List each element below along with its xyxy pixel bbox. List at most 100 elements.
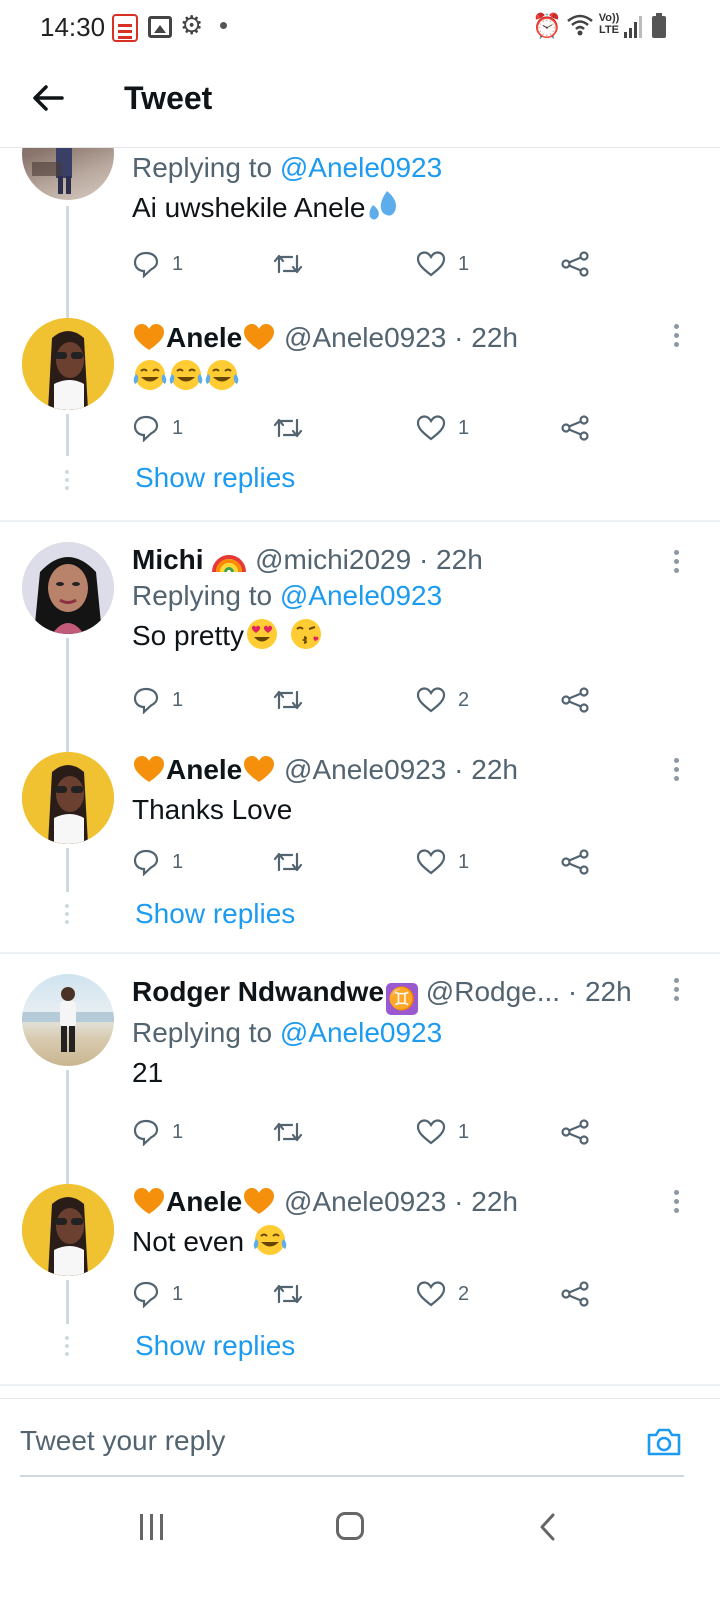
retweet-button[interactable]: [272, 246, 304, 282]
tears-of-joy-emoji: [169, 360, 203, 390]
more-options-icon[interactable]: [674, 758, 680, 785]
mention-link[interactable]: @Anele0923: [280, 580, 442, 611]
reply-button[interactable]: 1: [132, 246, 183, 282]
reply-count: 1: [172, 688, 184, 711]
share-icon: [561, 849, 589, 875]
share-button[interactable]: [560, 682, 590, 718]
reply-input[interactable]: [20, 1425, 580, 1457]
mention-link[interactable]: @Anele0923: [280, 152, 442, 183]
recent-apps-icon[interactable]: [138, 1514, 166, 1542]
replying-to: Replying to @Anele0923: [132, 152, 443, 183]
reply-tweet[interactable]: Replying to @Anele0923 Ai uwshekile Anel…: [0, 148, 720, 318]
orange-heart-emoji: [134, 756, 164, 782]
reply-tweet[interactable]: Anele @Anele0923 · 22h 1 1 Show replies: [0, 318, 720, 523]
like-button[interactable]: 1: [416, 410, 469, 446]
thread-line: [66, 206, 69, 318]
reply-tweet[interactable]: Michi @michi2029 · 22h Replying to @Anel…: [0, 542, 720, 752]
reply-button[interactable]: 1: [132, 1114, 183, 1150]
show-replies-link[interactable]: Show replies: [135, 1330, 295, 1362]
heart-eyes-emoji: [247, 619, 278, 649]
wifi-icon: [567, 14, 593, 36]
reply-tweet[interactable]: Rodger Ndwandwe ♊ @Rodge... · 22h Replyin…: [0, 974, 720, 1184]
reply-button[interactable]: 1: [132, 844, 183, 880]
like-button[interactable]: 1: [416, 246, 469, 282]
mention-link[interactable]: @Anele0923: [280, 1017, 442, 1048]
status-bar: 14:30 ⚙ ⏰ Vo)) LTE: [0, 0, 720, 56]
reply-button[interactable]: 1: [132, 1276, 183, 1312]
divider: [0, 1384, 720, 1386]
heart-icon: [416, 849, 446, 875]
nav-back-icon[interactable]: [538, 1512, 556, 1542]
retweet-button[interactable]: [272, 410, 304, 446]
more-options-icon[interactable]: [674, 550, 680, 577]
orange-heart-emoji: [134, 324, 164, 350]
handle-and-time: @michi2029 · 22h: [255, 544, 483, 575]
retweet-icon: [273, 1122, 303, 1142]
share-button[interactable]: [560, 844, 590, 880]
like-button[interactable]: 2: [416, 1276, 469, 1312]
share-button[interactable]: [560, 410, 590, 446]
handle-and-time: @Rodge... · 22h: [425, 976, 632, 1007]
share-icon: [561, 415, 589, 441]
tweet-text: Ai uwshekile Anele: [132, 188, 660, 228]
display-name[interactable]: Anele: [166, 322, 242, 353]
thread-dots: [65, 470, 69, 494]
reply-icon: [133, 251, 159, 278]
thread-line: [66, 414, 69, 456]
avatar[interactable]: [22, 148, 114, 200]
tweet-header: Rodger Ndwandwe ♊ @Rodge... · 22h: [132, 974, 660, 1015]
display-name[interactable]: Rodger Ndwandwe: [132, 976, 384, 1007]
tears-of-joy-emoji: [133, 360, 167, 390]
share-icon: [561, 251, 589, 277]
top-app-bar: Tweet: [0, 56, 720, 148]
more-options-icon[interactable]: [674, 324, 680, 351]
reply-tweet[interactable]: Anele @Anele0923 · 22h Not even 1 2 Show…: [0, 1184, 720, 1384]
retweet-button[interactable]: [272, 1276, 304, 1312]
tweet-header: Anele @Anele0923 · 22h: [132, 1184, 660, 1220]
retweet-button[interactable]: [272, 844, 304, 880]
like-button[interactable]: 1: [416, 1114, 469, 1150]
avatar[interactable]: [22, 752, 114, 844]
back-arrow-icon[interactable]: [28, 78, 68, 118]
tweet-text: Thanks Love: [132, 794, 293, 825]
reply-thread[interactable]: Replying to @Anele0923 Ai uwshekile Anel…: [0, 148, 720, 1398]
avatar[interactable]: [22, 318, 114, 410]
reply-button[interactable]: 1: [132, 410, 183, 446]
sweat-droplets-emoji: [369, 191, 397, 220]
tweet-actions: 1 1: [132, 246, 602, 282]
avatar[interactable]: [22, 974, 114, 1066]
like-button[interactable]: 2: [416, 682, 469, 718]
tweet-text: [132, 358, 660, 403]
share-button[interactable]: [560, 1114, 590, 1150]
reply-button[interactable]: 1: [132, 682, 183, 718]
home-icon[interactable]: [336, 1512, 364, 1540]
reply-tweet[interactable]: Anele @Anele0923 · 22h Thanks Love 1 1 S…: [0, 752, 720, 952]
show-replies-link[interactable]: Show replies: [135, 898, 295, 930]
composer-underline: [20, 1475, 684, 1477]
like-button[interactable]: 1: [416, 844, 469, 880]
avatar[interactable]: [22, 542, 114, 634]
reply-icon: [133, 1281, 159, 1308]
pdf-notification-icon: [112, 14, 138, 42]
more-options-icon[interactable]: [674, 978, 680, 1005]
more-options-icon[interactable]: [674, 1190, 680, 1217]
tears-of-joy-emoji: [253, 1225, 287, 1255]
like-count: 2: [458, 688, 470, 711]
display-name[interactable]: Anele: [166, 754, 242, 785]
reply-icon: [133, 415, 159, 442]
reply-count: 1: [172, 1120, 184, 1143]
handle-and-time: @Anele0923 · 22h: [284, 1186, 518, 1217]
retweet-button[interactable]: [272, 1114, 304, 1150]
camera-icon[interactable]: [646, 1427, 682, 1457]
display-name[interactable]: Anele: [166, 1186, 242, 1217]
display-name[interactable]: Michi: [132, 544, 204, 575]
like-count: 1: [458, 1120, 470, 1143]
more-notifications-dot-icon: [220, 22, 227, 29]
share-button[interactable]: [560, 246, 590, 282]
tweet-actions: 1 2: [132, 1276, 602, 1312]
show-replies-link[interactable]: Show replies: [135, 462, 295, 494]
avatar[interactable]: [22, 1184, 114, 1276]
retweet-button[interactable]: [272, 682, 304, 718]
reply-count: 1: [172, 416, 184, 439]
share-button[interactable]: [560, 1276, 590, 1312]
